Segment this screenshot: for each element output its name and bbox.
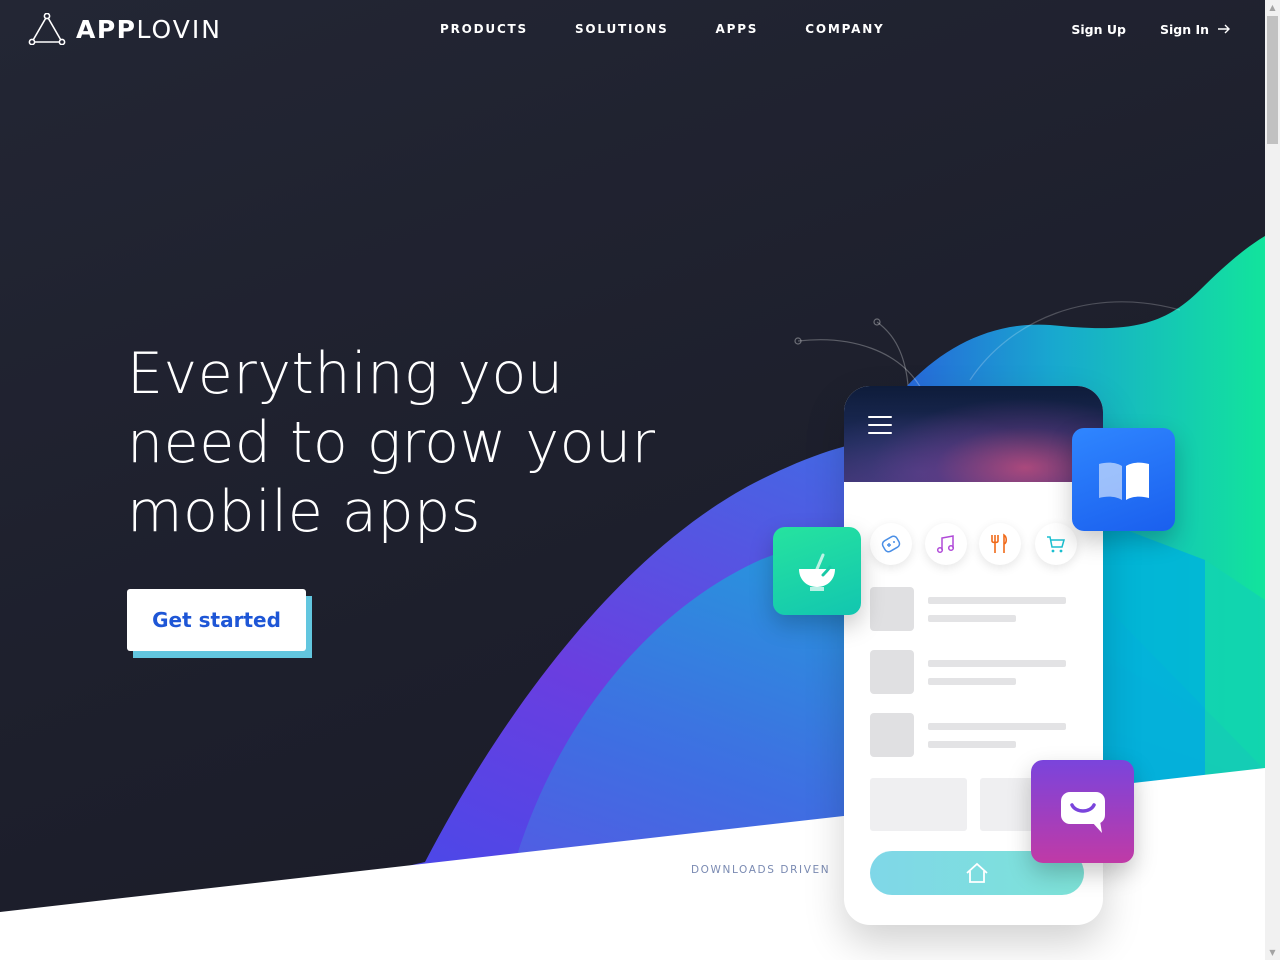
- logo-triangle-icon: [28, 13, 66, 45]
- page-scrollbar[interactable]: ▲ ▼: [1265, 0, 1280, 960]
- sign-in-label: Sign In: [1159, 22, 1209, 37]
- phone-card: [870, 778, 967, 831]
- hero-headline: Everything you need to grow your mobile …: [127, 340, 687, 547]
- logo-wordmark: APPLOVIN: [76, 14, 222, 44]
- list-item-thumb: [870, 587, 914, 631]
- music-note-icon: [925, 523, 967, 565]
- nav-apps[interactable]: APPS: [716, 22, 759, 36]
- headline-line-2: need to grow your: [127, 410, 656, 476]
- sign-up-link[interactable]: Sign Up: [1071, 22, 1126, 37]
- applovin-logo[interactable]: APPLOVIN: [28, 12, 222, 46]
- main-nav: PRODUCTS SOLUTIONS APPS COMPANY: [440, 22, 932, 36]
- nav-products[interactable]: PRODUCTS: [440, 22, 528, 36]
- scroll-up-arrow-icon[interactable]: ▲: [1265, 0, 1280, 15]
- gamepad-icon: [870, 523, 912, 565]
- auth-links: Sign Up Sign In: [1071, 22, 1231, 37]
- hamburger-menu-icon: [868, 416, 892, 436]
- list-item-line: [928, 597, 1066, 604]
- get-started-button[interactable]: Get started: [127, 589, 306, 651]
- list-item-line: [928, 615, 1016, 622]
- list-item-line: [928, 678, 1016, 685]
- open-book-icon: [1098, 462, 1149, 500]
- sign-in-link[interactable]: Sign In: [1160, 22, 1231, 37]
- list-item-line: [928, 741, 1016, 748]
- bowl-icon: [799, 553, 835, 591]
- downloads-driven-label: DOWNLOADS DRIVEN: [691, 864, 831, 876]
- list-item-thumb: [870, 713, 914, 757]
- list-item-line: [928, 723, 1066, 730]
- scrollbar-thumb[interactable]: [1267, 16, 1278, 144]
- bowl-app-tile: [773, 527, 861, 615]
- nav-company[interactable]: COMPANY: [805, 22, 884, 36]
- chat-smile-icon: [1060, 791, 1105, 833]
- book-app-tile: [1072, 428, 1175, 531]
- headline-line-1: Everything you: [127, 341, 564, 407]
- arrow-right-icon: [1217, 22, 1231, 37]
- fork-knife-icon: [979, 523, 1021, 565]
- list-item-line: [928, 660, 1066, 667]
- list-item-thumb: [870, 650, 914, 694]
- headline-line-3: mobile apps: [127, 479, 481, 545]
- shopping-cart-icon: [1035, 523, 1077, 565]
- chat-app-tile: [1031, 760, 1134, 863]
- nav-solutions[interactable]: SOLUTIONS: [575, 22, 669, 36]
- scroll-down-arrow-icon[interactable]: ▼: [1265, 945, 1280, 960]
- landing-page: APPLOVIN PRODUCTS SOLUTIONS APPS COMPANY…: [0, 0, 1265, 960]
- home-icon: [966, 862, 988, 883]
